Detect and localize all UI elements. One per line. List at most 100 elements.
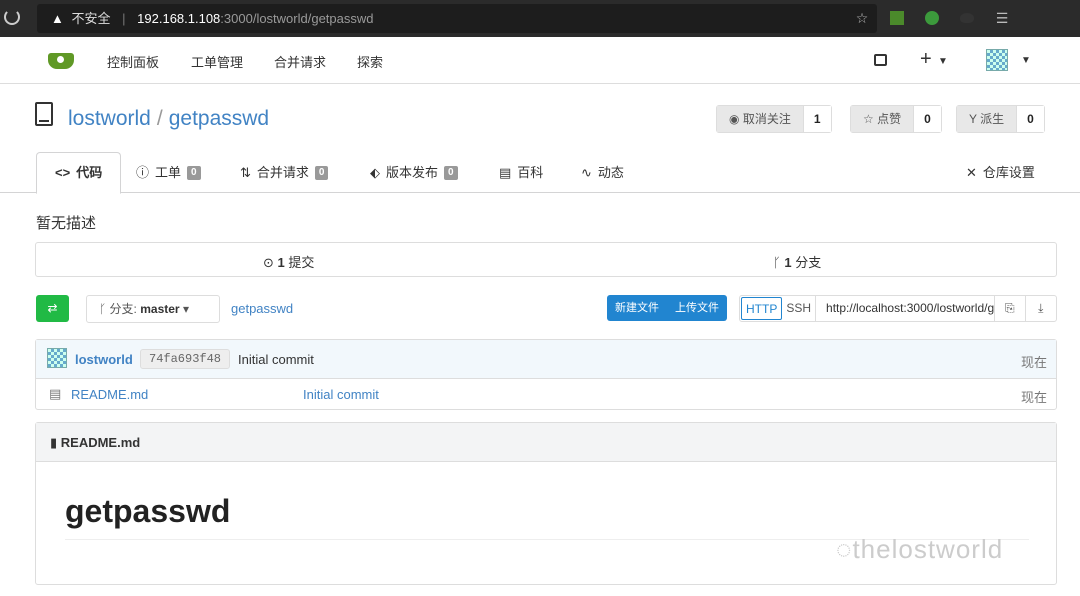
reading-list-icon[interactable]: ☰ [992,8,1012,28]
star-button[interactable]: ☆ 点赞 0 [850,105,942,133]
browser-actions: ☆ ☰ [852,8,1027,28]
watermark-text: thelostworld [852,534,1004,564]
repo-title: lostworld / getpasswd [68,107,269,131]
ssh-button[interactable]: SSH [782,296,817,321]
chevron-down-icon[interactable]: ▼ [938,56,948,67]
fork-button[interactable]: Y 派生 0 [956,105,1045,133]
tag-icon: ⬖ [370,164,380,180]
url-host: 192.168.1.108 [137,11,221,26]
branch-name: master [140,302,180,316]
nav-issues[interactable]: 工单管理 [191,52,243,71]
nav-dashboard[interactable]: 控制面板 [107,52,159,71]
copy-icon[interactable]: ⎘ [995,296,1026,321]
tab-label: 工单 [155,164,182,180]
branch-dropdown[interactable]: ᚴ 分支: master ▾ [86,295,220,323]
commit-message: Initial commit [238,352,314,367]
tab-wiki[interactable]: ▤ 百科 [499,152,543,193]
tab-label: 版本发布 [386,164,439,180]
commit-author[interactable]: lostworld [75,352,133,367]
clone-url-input[interactable]: http://localhost:3000/lostworld/getpassw… [816,296,996,321]
chevron-down-icon[interactable]: ▼ [1021,55,1031,66]
commit-time: 现在 [1021,355,1048,370]
branches-stat[interactable]: ᚴ 1 分支 [773,252,821,271]
tab-settings[interactable]: ✕ 仓库设置 [966,152,1035,193]
warning-icon: ▲ [51,11,64,26]
avatar[interactable] [47,348,67,368]
top-navigation: 控制面板 工单管理 合并请求 探索 + ▼ ▼ [0,37,1080,84]
watch-button[interactable]: ◉ 取消关注 1 [716,105,832,133]
avatar[interactable] [986,49,1008,71]
repo-owner-link[interactable]: lostworld [68,107,151,130]
readme-heading: getpasswd [65,493,231,529]
reload-icon[interactable] [4,9,20,25]
release-count-badge: 0 [444,165,458,180]
branch-prefix: 分支: [109,302,137,316]
eye-icon: ◉ [729,112,743,126]
create-plus-icon[interactable]: + [920,48,932,71]
file-commit-link[interactable]: Initial commit [303,387,379,402]
inbox-icon[interactable] [874,54,887,66]
tab-label: 仓库设置 [982,164,1035,180]
repo-book-icon [35,102,53,126]
extension-icon[interactable] [922,8,942,28]
tab-issues[interactable]: ⓘ 工单 0 [136,152,201,193]
extension-icon[interactable] [887,8,907,28]
fork-icon: Y [969,112,981,126]
star-icon: ☆ [863,112,878,126]
download-icon[interactable]: ⤓ [1026,296,1056,321]
tab-label: 动态 [597,164,624,180]
tab-pulls[interactable]: ⇅ 合并请求 0 [240,152,329,193]
new-file-button[interactable]: 新建文件 [607,295,667,321]
table-row: ▤ README.md Initial commit 现在 [36,379,1056,410]
fork-label: 派生 [980,112,1005,126]
fork-count[interactable]: 0 [1017,106,1044,132]
chevron-down-icon: ▾ [182,302,189,316]
file-name-link[interactable]: README.md [71,387,148,402]
browser-toolbar: ▲ 不安全 | 192.168.1.108:3000/lostworld/get… [0,0,1080,37]
star-count[interactable]: 0 [914,106,941,132]
pulse-icon: ∿ [581,164,592,180]
watch-label: 取消关注 [742,112,791,126]
tools-icon: ✕ [966,164,977,180]
book-icon: ▮ [50,435,61,450]
extension-icon[interactable] [957,8,977,28]
address-bar[interactable]: ▲ 不安全 | 192.168.1.108:3000/lostworld/get… [37,4,877,33]
repo-description: 暂无描述 [36,215,97,232]
url-path: :3000/lostworld/getpasswd [220,11,374,26]
readme-filename: README.md [60,435,141,450]
repo-stats-bar: ⊙ 1 提交 ᚴ 1 分支 [35,242,1057,277]
commits-label: 提交 [288,255,315,270]
file-actions: 新建文件 上传文件 [607,295,727,321]
bookmark-star-icon[interactable]: ☆ [852,8,872,28]
repo-separator: / [156,107,163,130]
tab-activity[interactable]: ∿ 动态 [581,152,624,193]
tab-code[interactable]: <> 代码 [36,152,122,194]
tab-releases[interactable]: ⬖ 版本发布 0 [370,152,458,193]
repo-name-link[interactable]: getpasswd [169,107,269,130]
commit-sha[interactable]: 74fa693f48 [140,349,231,369]
compare-icon: ⇄ [47,301,58,315]
branches-label: 分支 [795,255,822,270]
compare-button[interactable]: ⇄ [36,295,69,322]
readme-header: ▮ README.md [36,423,1056,462]
file-icon: ▤ [49,386,62,401]
commits-stat[interactable]: ⊙ 1 提交 [263,252,314,271]
code-icon: <> [55,165,71,180]
upload-file-button[interactable]: 上传文件 [667,295,727,321]
nav-explore[interactable]: 探索 [357,52,383,71]
tab-label: 合并请求 [256,164,309,180]
watermark: ◌thelostworld [836,534,1003,565]
commits-count: 1 [277,255,285,270]
breadcrumb[interactable]: getpasswd [231,301,293,316]
issue-icon: ⓘ [136,164,150,180]
tab-label: 百科 [517,164,544,180]
tab-label: 代码 [76,165,103,180]
gitea-logo-icon[interactable] [48,53,74,69]
http-button[interactable]: HTTP [741,297,783,320]
pull-count-badge: 0 [314,165,329,180]
branches-count: 1 [784,255,792,270]
latest-commit-row: lostworld 74fa693f48 Initial commit 现在 [36,340,1056,379]
nav-pulls[interactable]: 合并请求 [274,52,326,71]
branch-icon: ᚴ [773,255,785,270]
watch-count[interactable]: 1 [803,106,831,132]
